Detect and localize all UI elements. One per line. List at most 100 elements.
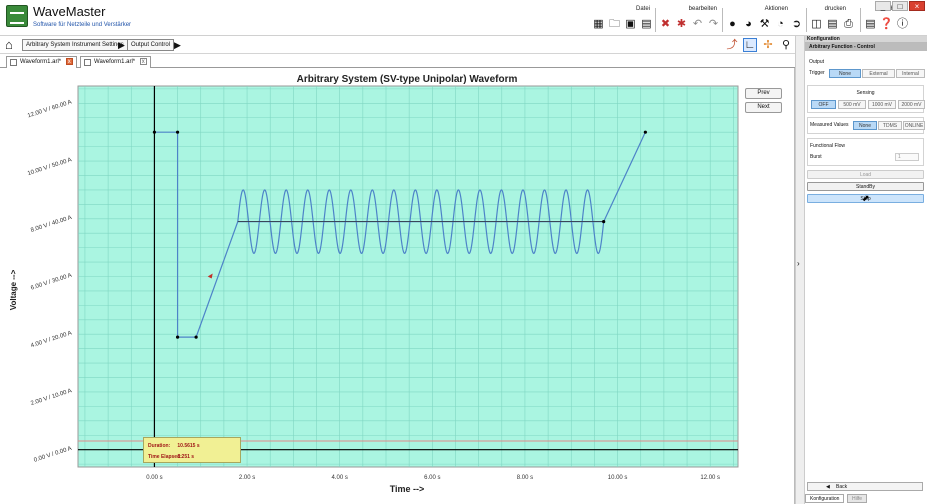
sensing-label: Sensing [856,90,875,96]
toolbar-group-edit: bearbeiten ✖ ✱ ↶ ↷ [659,6,721,34]
draw-tool-icon[interactable]: ⤴ [725,38,739,52]
measured-option-online[interactable]: ONLINE [903,121,925,130]
configuration-panel: Konfiguration Arbitrary Function - Contr… [805,36,927,504]
chevron-right-icon: ▶ [118,40,125,50]
duration-label: Duration: [148,443,171,449]
record-icon[interactable]: ● [726,18,739,31]
next-button[interactable]: Next [745,102,782,113]
cut-icon[interactable]: ✖ [659,18,672,31]
panel-splitter[interactable]: › [795,36,805,504]
tab-label: Waveform1.arl* [20,59,62,65]
tools-icon[interactable]: ⚒ [758,18,771,31]
sensing-option-500mv[interactable]: 500 mV [838,100,866,109]
data-point[interactable] [602,220,606,224]
sensing-option-off[interactable]: OFF [811,100,836,109]
burst-stepper[interactable]: 1 [895,153,919,161]
trigger-option-external[interactable]: External [862,69,895,78]
waveform-chart[interactable]: Arbitrary System (SV-type Unipolar) Wave… [0,68,795,504]
output-label: Output [809,59,825,65]
toolbar-group-print: drucken ◫ ▤ ⎙ [810,6,860,34]
toolbar-separator [722,8,723,32]
sensing-option-1000mv[interactable]: 1000 mV [868,100,896,109]
close-tab-icon[interactable]: x [65,58,73,65]
data-point[interactable] [152,130,157,134]
sensing-section: Sensing OFF 500 mV 1000 mV 2000 mV [807,85,925,113]
chart-y-label: Voltage --> [9,269,18,310]
gauge-icon[interactable]: ◕ [742,18,755,31]
pie-icon[interactable]: ◔ [774,18,787,31]
toolbar-group-label: Datei [635,6,650,12]
burst-row: Burst 1 [810,152,921,163]
elapsed-value: 1.251 s [177,454,195,460]
trigger-option-none[interactable]: None [829,69,861,78]
toolbar-separator [860,8,861,32]
back-button[interactable]: Back [807,482,923,491]
save-icon[interactable]: ▣ [624,18,637,31]
duration-info-box: Duration: 10.5615 s Time Elapsed: 1.251 … [143,437,241,463]
standby-button[interactable]: StandBy [807,182,924,191]
toolbar-group-label: drucken [824,6,846,12]
measured-values-label: Measured Values [810,122,849,128]
y-tick-label: 6.00 V / 30.00 A [30,273,72,292]
redo-icon[interactable]: ↷ [707,18,720,31]
chat-icon[interactable]: ▤ [864,18,877,31]
paste-icon[interactable]: ✱ [675,18,688,31]
x-tick-label: 8.00 s [517,475,533,481]
app-subtitle: Software für Netzteile und Verstärker [33,22,132,28]
grid-icon[interactable]: ▦ [592,18,605,31]
close-button[interactable]: × [909,1,925,11]
breadcrumb-item-output-control[interactable]: Output Control [127,39,175,51]
x-tick-label: 10.00 s [608,475,628,481]
window-controls: _ □ × [875,1,925,11]
trigger-label: Trigger [809,70,825,76]
tab-hilfe[interactable]: Hilfe [847,494,868,503]
output-section: Output Trigger None External Internal [807,57,925,81]
minimize-button[interactable]: _ [875,1,891,11]
undo-icon[interactable]: ↶ [691,18,704,31]
trigger-option-internal[interactable]: Internal [896,69,925,78]
data-point[interactable] [175,130,180,134]
document-icon[interactable]: ▤ [826,18,839,31]
home-icon[interactable]: ⌂ [5,38,19,52]
chart-tools: ⤴ ∟ ✢ ⚲ [725,38,793,52]
chevron-right-icon[interactable]: › [797,259,800,268]
tab-konfiguration[interactable]: Konfiguration [805,494,845,503]
print-icon[interactable]: ◫ [810,18,823,31]
move-tool-icon[interactable]: ✢ [761,38,775,52]
sensing-option-2000mv[interactable]: 2000 mV [898,100,925,109]
y-tick-label: 8.00 V / 40.00 A [30,215,72,234]
x-tick-label: 6.00 s [424,475,440,481]
document-icon [84,59,91,66]
maximize-button[interactable]: □ [892,1,908,11]
measured-option-none[interactable]: None [853,121,877,130]
waveform-tool-icon[interactable]: ∟ [743,38,757,52]
tab-waveform-2[interactable]: Waveform1.arl* x [80,56,151,68]
toolbar-group-file: Datei ▦ 🗀 ▣ ▤ [592,6,654,34]
data-point[interactable] [194,335,198,339]
data-point[interactable] [175,335,180,339]
document-tabs: Waveform1.arl* x Waveform1.arl* x [0,54,795,68]
printer-icon[interactable]: ⎙ [842,18,855,31]
tab-waveform-1[interactable]: Waveform1.arl* x [6,56,77,68]
prev-button[interactable]: Prev [745,88,782,99]
help-icon[interactable]: ❓ [880,18,894,31]
zoom-icon[interactable]: ⚲ [779,38,793,52]
title-bar: WaveMaster Software für Netzteile und Ve… [0,0,927,36]
load-button[interactable]: Load [807,170,924,179]
run-icon[interactable]: ➲ [790,18,803,31]
chart-area: Arbitrary System (SV-type Unipolar) Wave… [0,68,795,504]
save-as-icon[interactable]: ▤ [640,18,653,31]
breadcrumb-item-settings[interactable]: Arbitrary System Instrument Settings [22,39,128,51]
close-tab-icon[interactable]: x [139,58,147,65]
functional-flow-section: Functional Flow Burst 1 [807,138,924,166]
measured-option-tdms[interactable]: TDMS [878,121,902,130]
app-name: WaveMaster [33,4,106,19]
toolbar-group-label: bearbeiten [688,6,717,12]
measured-values-row: Measured Values None TDMS ONLINE [810,120,925,131]
info-icon[interactable]: ⓘ [896,18,909,31]
x-tick-label: 0.00 s [146,475,162,481]
panel-subheader: Arbitrary Function - Control [805,43,927,51]
data-point[interactable] [643,130,647,134]
folder-icon[interactable]: 🗀 [608,18,621,31]
y-tick-label: 10.00 V / 50.00 A [27,157,73,177]
